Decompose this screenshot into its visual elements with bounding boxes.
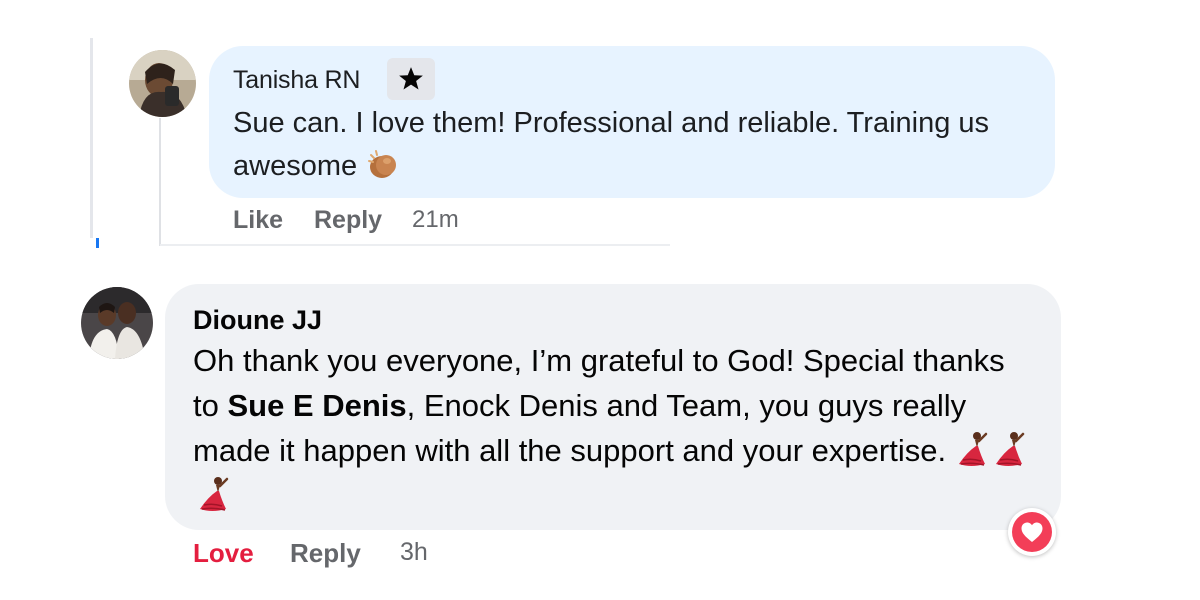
reaction-summary[interactable] xyxy=(1008,508,1056,556)
comment-author[interactable]: Dioune JJ xyxy=(193,305,322,336)
mention-link[interactable]: Sue E Denis xyxy=(227,388,406,423)
clapping-hands-emoji xyxy=(365,147,401,181)
thread-line xyxy=(90,38,93,238)
like-button[interactable]: Like xyxy=(233,206,283,235)
avatar-dioune[interactable] xyxy=(81,287,153,359)
love-button[interactable]: Love xyxy=(193,538,254,569)
top-fan-badge[interactable] xyxy=(387,58,435,100)
heart-icon xyxy=(1012,512,1052,552)
reply-divider xyxy=(160,244,670,246)
comment-timestamp[interactable]: 21m xyxy=(412,206,459,234)
avatar-tanisha[interactable] xyxy=(129,50,196,117)
comment-timestamp[interactable]: 3h xyxy=(400,538,428,567)
dancing-woman-emoji xyxy=(196,475,230,513)
dancing-woman-emoji xyxy=(992,430,1026,468)
star-icon xyxy=(399,67,423,90)
thread-indicator xyxy=(96,238,99,248)
reply-button[interactable]: Reply xyxy=(314,206,382,235)
reply-button[interactable]: Reply xyxy=(290,538,361,569)
comment-author[interactable]: Tanisha RN xyxy=(233,66,360,95)
dancing-woman-emoji xyxy=(955,430,989,468)
comment-text: Sue can. I love them! Professional and r… xyxy=(233,107,990,182)
comment-text: Oh thank you everyone, I’m grateful to G… xyxy=(193,338,1033,518)
reply-thread-line xyxy=(159,118,161,246)
